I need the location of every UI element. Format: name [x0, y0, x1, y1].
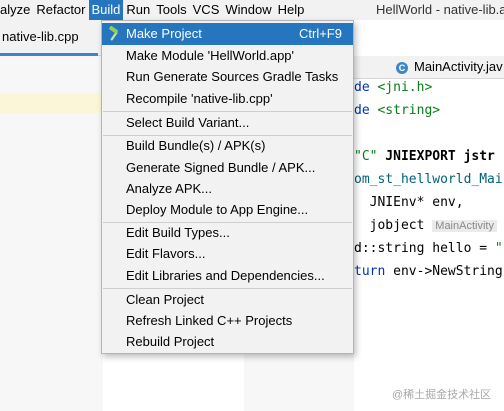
menu-item-label: Rebuild Project	[126, 334, 215, 349]
code-token: jobject	[354, 218, 433, 233]
code-token: <string>	[369, 103, 441, 118]
menu-refactor[interactable]: Refactor	[33, 0, 88, 20]
menu-item-label: Refresh Linked C++ Projects	[126, 313, 293, 328]
menu-item-clean-project[interactable]: Clean Project	[102, 289, 353, 311]
code-line: de <jni.h>	[354, 80, 432, 95]
code-line: d::string hello = "	[354, 241, 503, 256]
menu-item-rebuild-project[interactable]: Rebuild Project	[102, 331, 353, 353]
menu-item-build-bundle-apk[interactable]: Build Bundle(s) / APK(s)	[102, 135, 353, 157]
menu-window[interactable]: Window	[222, 0, 274, 20]
code-token: env->NewString	[385, 264, 503, 279]
code-token: turn	[354, 264, 386, 279]
menu-item-label: Build Bundle(s) / APK(s)	[126, 138, 266, 153]
menu-item-label: Recompile 'native-lib.cpp'	[126, 91, 273, 106]
hammer-icon	[109, 26, 119, 41]
menu-item-label: Edit Build Types...	[126, 225, 230, 240]
code-token: JNIEXPORT jstr	[377, 149, 495, 164]
menu-item-label: Run Generate Sources Gradle Tasks	[126, 69, 339, 84]
class-icon: C	[396, 61, 408, 74]
menu-item-deploy-module[interactable]: Deploy Module to App Engine...	[102, 199, 353, 221]
menu-help[interactable]: Help	[275, 0, 308, 20]
code-token: d::string hello =	[354, 241, 495, 256]
tab-native-lib-cpp[interactable]: native-lib.cpp	[0, 20, 98, 56]
menu-item-label: Make Module 'HellWorld.app'	[126, 48, 295, 63]
menu-item-edit-build-types[interactable]: Edit Build Types...	[102, 222, 353, 244]
parameter-hint: MainActivity	[432, 220, 497, 232]
right-editor-tabs: ml CMainActivity.jav	[340, 56, 504, 79]
menu-item-recompile[interactable]: Recompile 'native-lib.cpp'	[102, 88, 353, 110]
code-token: de	[354, 80, 370, 95]
menu-item-edit-libraries[interactable]: Edit Libraries and Dependencies...	[102, 265, 353, 287]
menu-item-make-module[interactable]: Make Module 'HellWorld.app'	[102, 45, 353, 67]
menu-item-select-build-variant[interactable]: Select Build Variant...	[102, 112, 353, 134]
code-line: turn env->NewString	[354, 264, 503, 279]
code-token: <jni.h>	[369, 80, 433, 95]
menu-item-label: Make Project	[126, 26, 202, 41]
left-editor-tabs: native-lib.cpp	[0, 20, 103, 56]
code-line: de <string>	[354, 103, 440, 118]
code-editor[interactable]: de <jni.h> de <string> "C" JNIEXPORT jst…	[354, 79, 504, 411]
watermark: @稀土掘金技术社区	[392, 389, 492, 401]
menu-build[interactable]: Build	[88, 0, 124, 20]
menu-tools[interactable]: Tools	[153, 0, 189, 20]
tab-main-activity-label: MainActivity.jav	[414, 59, 503, 74]
menu-item-edit-flavors[interactable]: Edit Flavors...	[102, 243, 353, 265]
code-token: "C"	[354, 149, 378, 164]
menu-item-label: Analyze APK...	[126, 181, 212, 196]
current-line-highlight	[0, 93, 103, 113]
build-menu-dropdown: Make Project Ctrl+F9 Make Module 'HellWo…	[101, 20, 354, 354]
code-line: jobject MainActivity	[354, 218, 497, 233]
code-line: om_st_hellworld_Mai	[354, 172, 503, 187]
window-title: HellWorld - native-lib.app	[376, 2, 504, 17]
menu-item-make-project[interactable]: Make Project Ctrl+F9	[102, 23, 353, 45]
code-token: "	[494, 241, 503, 256]
menu-item-label: Clean Project	[126, 292, 205, 307]
menu-run[interactable]: Run	[123, 0, 153, 20]
menu-vcs[interactable]: VCS	[190, 0, 223, 20]
menu-item-run-generate-sources[interactable]: Run Generate Sources Gradle Tasks	[102, 66, 353, 88]
menu-item-label: Deploy Module to App Engine...	[126, 202, 309, 217]
menu-item-shortcut: Ctrl+F9	[299, 26, 342, 41]
menu-item-label: Select Build Variant...	[126, 115, 250, 130]
menu-item-generate-signed[interactable]: Generate Signed Bundle / APK...	[102, 157, 353, 179]
menu-item-refresh-cpp[interactable]: Refresh Linked C++ Projects	[102, 310, 353, 332]
menu-item-label: Edit Libraries and Dependencies...	[126, 268, 325, 283]
menu-item-analyze-apk[interactable]: Analyze APK...	[102, 178, 353, 200]
menu-analyze[interactable]: alyze	[0, 0, 33, 20]
menu-item-label: Generate Signed Bundle / APK...	[126, 160, 316, 175]
tab-main-activity[interactable]: C MainActivity.jav	[396, 56, 503, 78]
code-token: de	[354, 103, 370, 118]
code-line: JNIEnv* env,	[354, 195, 464, 210]
menu-item-label: Edit Flavors...	[126, 246, 206, 261]
code-line: "C" JNIEXPORT jstr	[354, 149, 495, 164]
